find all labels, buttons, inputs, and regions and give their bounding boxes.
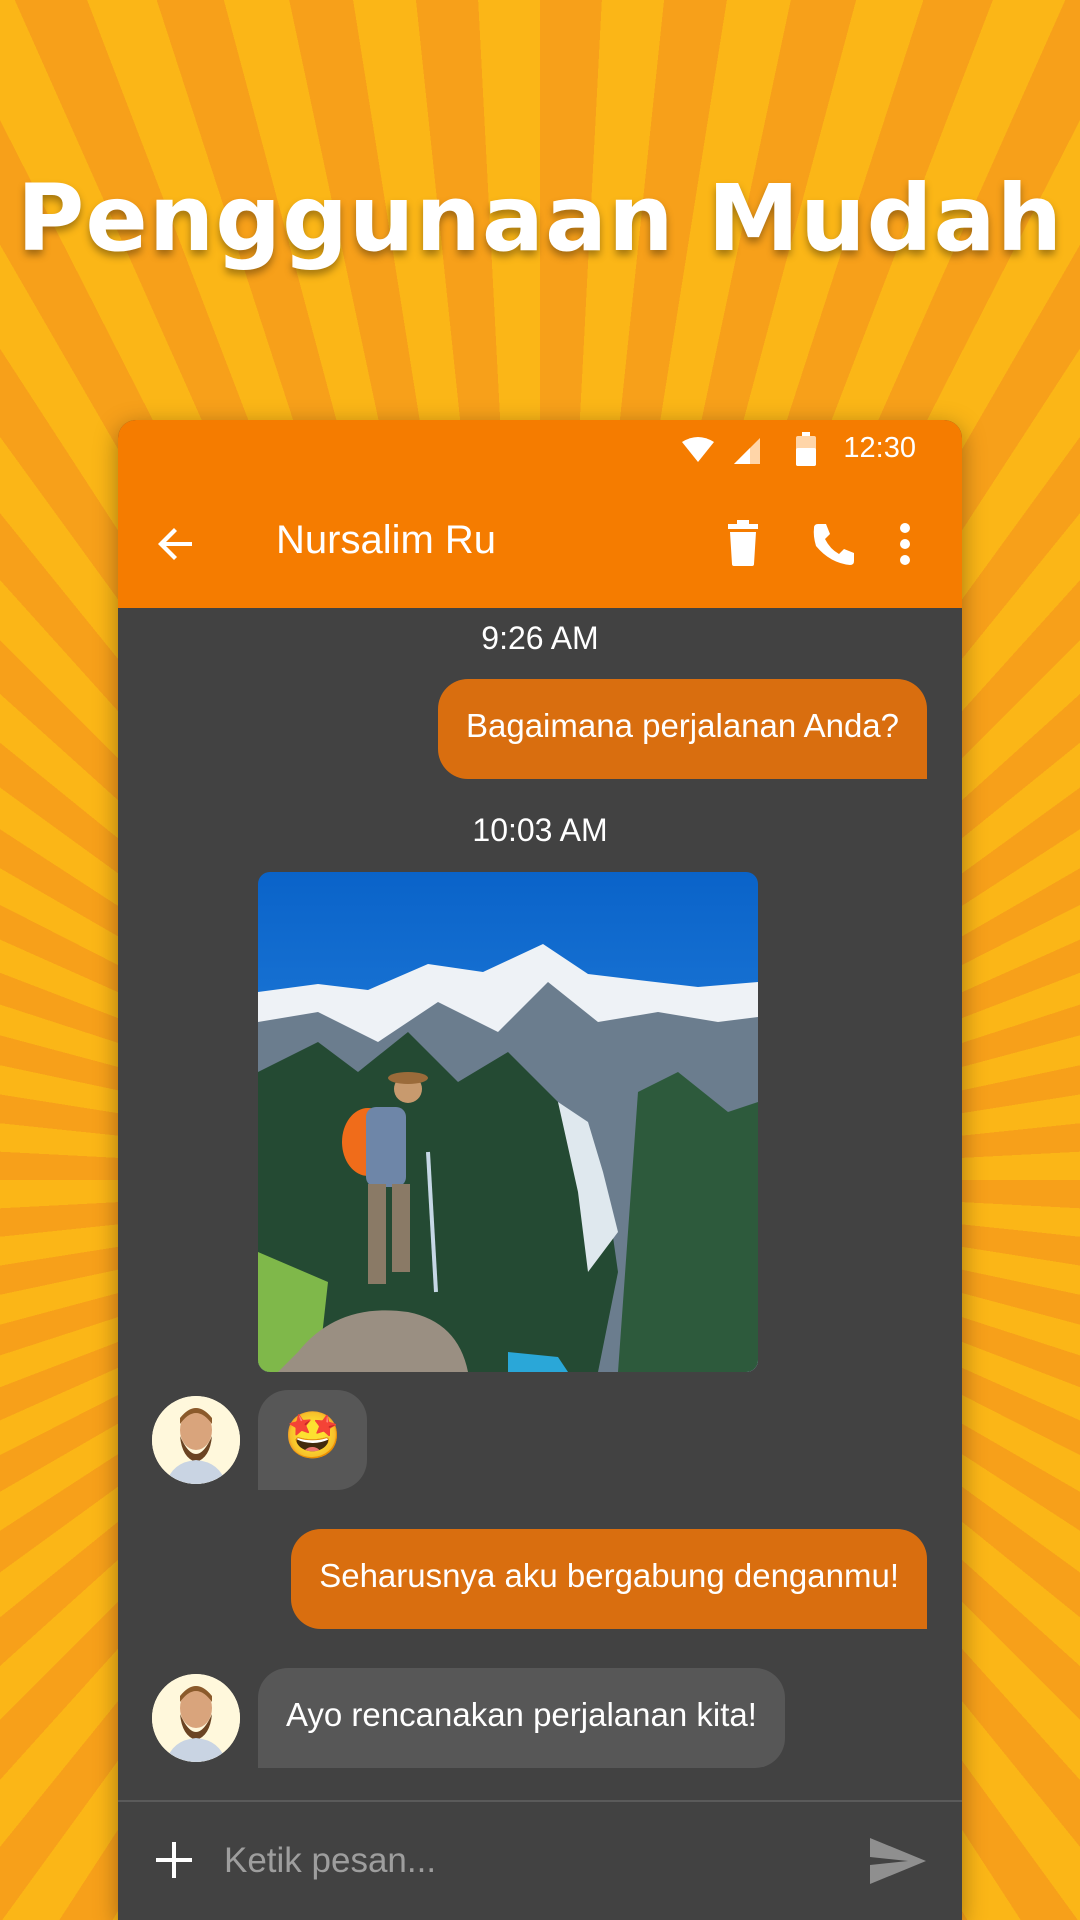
message-timestamp: 9:26 AM xyxy=(481,620,599,656)
headline: Penggunaan Mudah xyxy=(16,165,1064,272)
contact-avatar-image xyxy=(152,1396,240,1484)
outgoing-message[interactable]: Seharusnya aku bergabung denganmu! xyxy=(291,1529,927,1629)
message-composer xyxy=(118,1800,962,1920)
status-time: 12:30 xyxy=(843,432,916,464)
cellular-signal-icon xyxy=(734,438,760,464)
avatar[interactable] xyxy=(152,1674,240,1762)
phone-icon[interactable] xyxy=(808,518,858,570)
incoming-photo[interactable] xyxy=(258,872,758,1372)
more-vert-icon[interactable] xyxy=(880,518,930,570)
back-arrow-icon[interactable] xyxy=(152,520,200,568)
send-icon[interactable] xyxy=(868,1834,928,1888)
delete-icon[interactable] xyxy=(718,518,768,570)
status-bar: 12:30 xyxy=(118,420,962,480)
hiker-photo-image xyxy=(258,872,758,1372)
phone-screen: 12:30 Nursalim Ru 9:26 AM Bagaimana perj… xyxy=(118,420,962,1920)
incoming-message[interactable]: Ayo rencanakan perjalanan kita! xyxy=(258,1668,785,1768)
battery-icon xyxy=(796,432,816,466)
app-bar: Nursalim Ru xyxy=(118,480,962,608)
outgoing-message[interactable]: Bagaimana perjalanan Anda? xyxy=(437,679,927,779)
add-attachment-icon[interactable] xyxy=(152,1838,196,1882)
incoming-message-emoji[interactable]: 🤩 xyxy=(258,1390,368,1490)
message-timestamp: 10:03 AM xyxy=(472,812,608,848)
contact-name[interactable]: Nursalim Ru xyxy=(276,518,496,563)
wifi-icon xyxy=(682,437,714,462)
contact-avatar-image xyxy=(152,1674,240,1762)
avatar[interactable] xyxy=(152,1396,240,1484)
message-input[interactable] xyxy=(222,1830,786,1892)
